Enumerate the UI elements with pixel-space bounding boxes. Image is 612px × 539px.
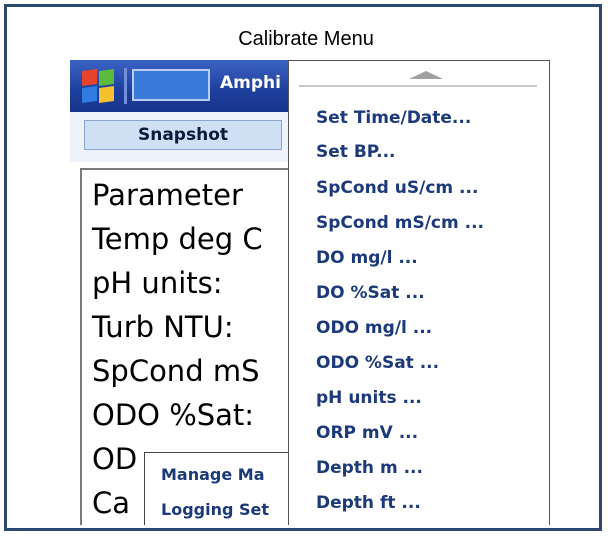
menu-item-odo-mgl[interactable]: ODO mg/l ... [316,318,432,338]
menu-item-depth-m[interactable]: Depth m ... [316,458,423,478]
menu-divider [299,85,537,87]
menu-item-set-bp[interactable]: Set BP... [316,142,396,162]
menu-item-do-sat[interactable]: DO %Sat ... [316,283,425,303]
taskbar-divider [124,68,127,104]
figure-caption: Calibrate Menu [238,28,374,50]
calibrate-menu: Set Time/Date... Set BP... SpCond uS/cm … [288,60,550,525]
menu-item-depth-ft[interactable]: Depth ft ... [316,493,421,513]
menu-item-odo-sat[interactable]: ODO %Sat ... [316,353,439,373]
table-row: Temp deg C [92,222,263,256]
table-row: pH units: [92,266,223,300]
table-row: Parameter [92,178,243,212]
table-row: OD [92,442,138,476]
menu-item-spcond-ms[interactable]: SpCond mS/cm ... [316,213,484,233]
menu-item-set-time[interactable]: Set Time/Date... [316,108,471,128]
table-row: Turb NTU: [92,310,234,344]
menu-item-logging[interactable]: Logging Set [161,500,269,519]
menu-item-spcond-us[interactable]: SpCond uS/cm ... [316,178,478,198]
menu-item-manage[interactable]: Manage Ma [161,465,265,484]
device-screen: Amphi Snapshot Parameter Temp deg C pH u… [70,60,550,525]
scroll-up-arrow-icon[interactable] [409,71,443,79]
table-row: ODO %Sat: [92,398,255,432]
menu-item-ph-units[interactable]: pH units ... [316,388,422,408]
snapshot-button[interactable]: Snapshot [84,120,282,150]
table-row: SpCond mS [92,354,260,388]
menu-item-do-mgl[interactable]: DO mg/l ... [316,248,418,268]
taskbar-title: Amphi [220,73,281,93]
taskbar-field[interactable] [132,69,210,101]
table-row: Ca [92,486,131,520]
windows-logo-icon[interactable] [82,68,116,104]
menu-item-orp-mv[interactable]: ORP mV ... [316,423,418,443]
